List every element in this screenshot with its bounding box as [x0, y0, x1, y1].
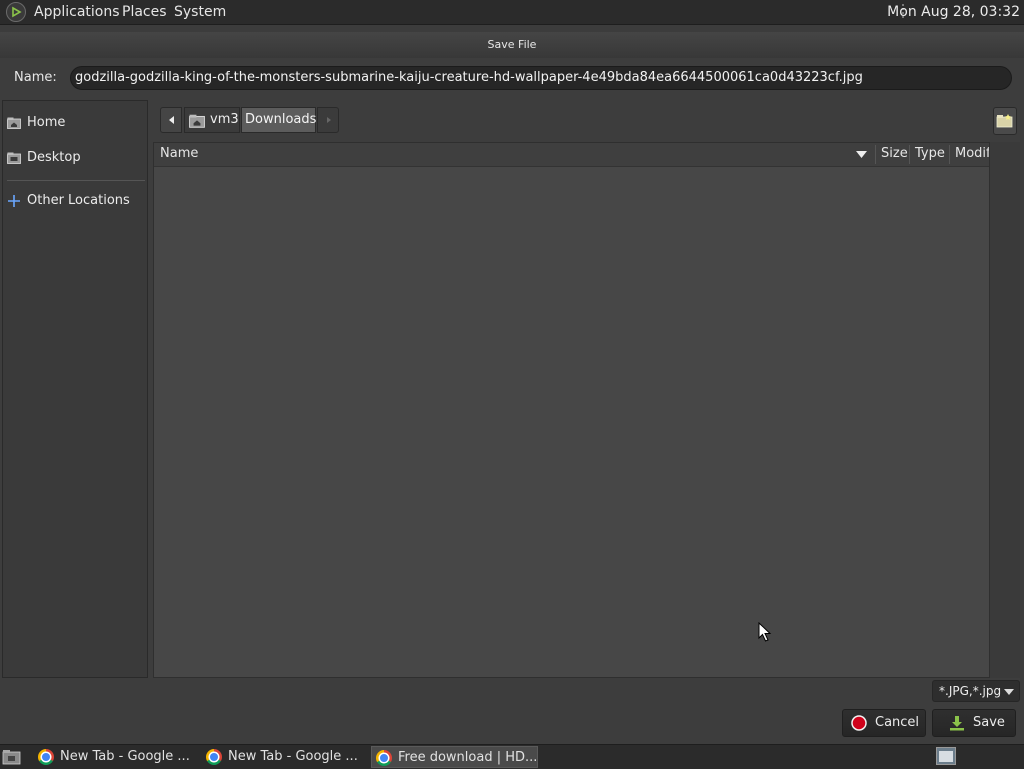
- sidebar-item-other-locations[interactable]: Other Locations: [7, 191, 145, 213]
- column-separator: [949, 145, 950, 164]
- column-header-name[interactable]: Name: [160, 146, 198, 161]
- chevron-down-icon: [1004, 689, 1014, 695]
- sidebar-item-label: Desktop: [27, 150, 81, 165]
- file-type-filter-value: *.JPG,*.jpg: [939, 684, 1002, 698]
- dialog-title: Save File: [487, 38, 537, 51]
- file-list[interactable]: Name Size Type Modif: [153, 142, 990, 678]
- taskbar-task-active[interactable]: Free download | HD...: [371, 746, 538, 768]
- cancel-button[interactable]: Cancel: [842, 709, 926, 737]
- name-label: Name:: [14, 70, 57, 85]
- cancel-button-label: Cancel: [875, 715, 920, 730]
- column-header-modified[interactable]: Modif: [955, 146, 989, 161]
- app-menu-logo-icon[interactable]: [6, 2, 26, 22]
- dialog-titlebar[interactable]: Save File: [0, 32, 1024, 58]
- taskbar-task[interactable]: New Tab - Google ...: [202, 746, 364, 768]
- path-crumb-downloads[interactable]: Downloads: [241, 107, 316, 133]
- system-menu[interactable]: System: [174, 4, 226, 20]
- sort-descending-icon: [856, 151, 867, 158]
- clock[interactable]: Mon Aug 28, 03:32: [887, 4, 1020, 20]
- file-type-filter-select[interactable]: *.JPG,*.jpg: [932, 680, 1020, 702]
- home-folder-icon: [7, 117, 21, 129]
- column-separator: [875, 145, 876, 164]
- task-label: New Tab - Google ...: [228, 749, 358, 764]
- mouse-pointer-icon: [758, 622, 772, 642]
- desktop-folder-icon: [7, 152, 21, 164]
- sidebar-separator: [7, 180, 145, 181]
- create-folder-button[interactable]: [993, 107, 1017, 135]
- path-back-button[interactable]: [160, 107, 182, 133]
- path-forward-button[interactable]: [317, 107, 339, 133]
- task-label: New Tab - Google ...: [60, 749, 190, 764]
- file-manager-icon[interactable]: [2, 748, 22, 766]
- cancel-icon: [851, 715, 867, 731]
- file-name-input[interactable]: godzilla-godzilla-king-of-the-monsters-s…: [70, 66, 1012, 90]
- sidebar-item-home[interactable]: Home: [7, 113, 145, 135]
- file-list-gutter: [990, 142, 1020, 678]
- file-list-header: Name Size Type Modif: [154, 143, 989, 167]
- chevron-right-icon: [327, 117, 331, 123]
- chrome-icon: [38, 749, 54, 765]
- sidebar-item-desktop[interactable]: Desktop: [7, 148, 145, 170]
- new-folder-icon: [996, 114, 1013, 128]
- plus-icon: [8, 195, 20, 207]
- save-button-label: Save: [973, 715, 1005, 730]
- column-header-size[interactable]: Size: [881, 146, 908, 161]
- places-menu[interactable]: Places: [122, 4, 167, 20]
- applications-menu[interactable]: Applications: [34, 4, 120, 20]
- column-separator: [909, 145, 910, 164]
- sidebar-item-label: Home: [27, 115, 66, 130]
- column-header-type[interactable]: Type: [915, 146, 945, 161]
- crumb-label: vm3: [210, 112, 239, 127]
- show-desktop-icon[interactable]: [936, 747, 956, 765]
- taskbar: New Tab - Google ... New Tab - Google ..…: [0, 744, 1024, 769]
- top-panel: Applications Places System Mon Aug 28, 0…: [0, 0, 1024, 25]
- save-button[interactable]: Save: [932, 709, 1016, 737]
- places-sidebar: Home Desktop Other Locations: [2, 100, 148, 678]
- chevron-left-icon: [169, 116, 174, 124]
- crumb-label: Downloads: [245, 112, 317, 127]
- save-download-icon: [950, 716, 964, 731]
- task-label: Free download | HD...: [398, 750, 538, 765]
- chrome-icon: [206, 749, 222, 765]
- home-folder-icon: [189, 114, 205, 128]
- taskbar-task[interactable]: New Tab - Google ...: [34, 746, 194, 768]
- chrome-icon: [376, 750, 392, 766]
- sidebar-item-label: Other Locations: [27, 193, 130, 208]
- save-file-dialog: Save File Name: godzilla-godzilla-king-o…: [0, 32, 1024, 744]
- path-crumb-vm3[interactable]: vm3: [184, 107, 240, 133]
